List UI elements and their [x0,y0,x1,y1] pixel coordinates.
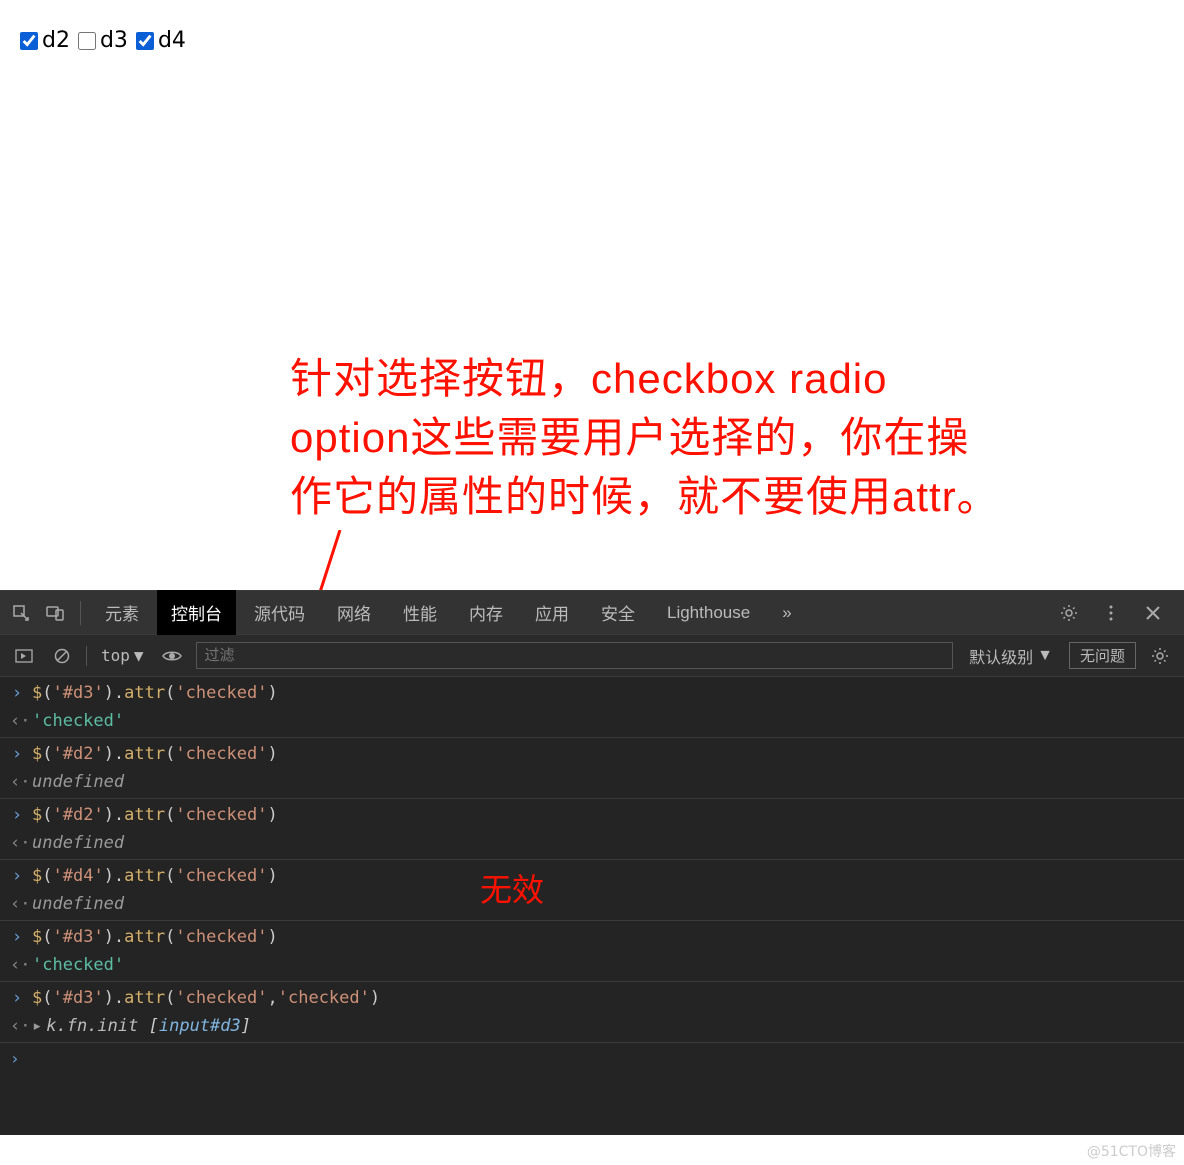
annotation-line2: option这些需要用户选择的，你在操 [290,409,1000,468]
gear-icon[interactable] [1054,598,1084,628]
output-chevron-icon: ‹· [10,711,24,731]
console-input-row: › $('#d4').attr('checked') [0,860,1184,888]
console-output-value: 'checked' [32,955,124,975]
console-settings-icon[interactable] [1146,642,1174,670]
annotation-line1: 针对选择按钮，checkbox radio [290,350,1000,409]
checkbox-d4[interactable] [136,32,154,50]
tab-memory[interactable]: 内存 [455,590,517,635]
clear-console-icon[interactable] [48,642,76,670]
checkbox-d4-label[interactable]: d4 [136,28,186,53]
tab-console[interactable]: 控制台 [157,590,236,635]
annotation-line3: 作它的属性的时候，就不要使用attr。 [290,468,1000,527]
console-output-value: 'checked' [32,711,124,731]
no-issues-button[interactable]: 无问题 [1069,642,1136,669]
checkbox-d3[interactable] [78,32,96,50]
console-output-row: ‹· 'checked' [0,949,1184,982]
console-input-code: $('#d3').attr('checked') [32,927,278,947]
log-level-label: 默认级别 [969,644,1033,668]
console-output-value: undefined [32,772,124,792]
devtools-tabs: 元素 控制台 源代码 网络 性能 内存 应用 安全 Lighthouse » [0,591,1184,635]
chevron-down-icon: ▼ [1037,647,1053,665]
console-output-value: undefined [32,833,124,853]
live-expression-icon[interactable] [158,642,186,670]
chevron-down-icon: ▼ [134,646,144,665]
console-output-row: ‹· undefined [0,888,1184,921]
checkbox-d3-label[interactable]: d3 [78,28,128,53]
console-toolbar: top ▼ 默认级别 ▼ 无问题 [0,635,1184,677]
device-toggle-icon[interactable] [40,598,70,628]
devtools-panel: 元素 控制台 源代码 网络 性能 内存 应用 安全 Lighthouse » [0,590,1184,1135]
console-input-code: $('#d3').attr('checked','checked') [32,988,380,1008]
console-input-code: $('#d3').attr('checked') [32,683,278,703]
checkbox-row: d2 d3 d4 [20,28,1164,53]
input-chevron-icon: › [10,805,24,825]
tabs-divider [80,601,81,625]
console-output-value: ▸k.fn.init [input#d3] [32,1016,251,1036]
checkbox-d2-text: d2 [42,28,70,53]
console-input-row: › $('#d2').attr('checked') [0,738,1184,766]
menu-icon[interactable] [1096,598,1126,628]
page-content: d2 d3 d4 [0,0,1184,81]
tab-network[interactable]: 网络 [323,590,385,635]
console-input-row: › $('#d2').attr('checked') [0,799,1184,827]
input-chevron-icon: › [10,988,24,1008]
context-label: top [101,646,130,665]
console-output-row: ‹· undefined [0,827,1184,860]
context-selector[interactable]: top ▼ [97,644,148,667]
input-chevron-icon: › [10,927,24,947]
expand-triangle-icon[interactable]: ▸ [32,1016,42,1036]
console-input-code: $('#d4').attr('checked') [32,866,278,886]
output-chevron-icon: ‹· [10,1016,24,1036]
watermark: @51CTO博客 [1087,1141,1176,1161]
tab-security[interactable]: 安全 [587,590,649,635]
tab-application[interactable]: 应用 [521,590,583,635]
sidebar-toggle-icon[interactable] [10,642,38,670]
log-level-selector[interactable]: 默认级别 ▼ [963,642,1059,670]
inspect-icon[interactable] [6,598,36,628]
close-icon[interactable] [1138,598,1168,628]
tab-lighthouse[interactable]: Lighthouse [653,593,764,633]
annotation-text: 针对选择按钮，checkbox radio option这些需要用户选择的，你在… [290,350,1000,526]
checkbox-d2[interactable] [20,32,38,50]
output-chevron-icon: ‹· [10,955,24,975]
tab-elements[interactable]: 元素 [91,590,153,635]
console-input-row: › $('#d3').attr('checked') [0,677,1184,705]
tab-more[interactable]: » [768,593,805,633]
tab-sources[interactable]: 源代码 [240,590,319,635]
annotation-invalid: 无效 [480,865,544,911]
console-output-value: undefined [32,894,124,914]
console-input-row: › $('#d3').attr('checked','checked') [0,982,1184,1010]
checkbox-d3-text: d3 [100,28,128,53]
console-output-row: ‹· 'checked' [0,705,1184,738]
console-input-code: $('#d2').attr('checked') [32,744,278,764]
checkbox-d4-text: d4 [158,28,186,53]
console-output[interactable]: › $('#d3').attr('checked') ‹· 'checked' › $('… [0,677,1184,1135]
output-chevron-icon: ‹· [10,772,24,792]
console-input-code: $('#d2').attr('checked') [32,805,278,825]
input-chevron-icon: › [10,683,24,703]
console-input-row: › $('#d3').attr('checked') [0,921,1184,949]
filter-input[interactable] [196,642,954,669]
console-output-row: ‹· undefined [0,766,1184,799]
checkbox-d2-label[interactable]: d2 [20,28,70,53]
output-chevron-icon: ‹· [10,833,24,853]
tab-performance[interactable]: 性能 [389,590,451,635]
toolbar-divider [86,646,87,666]
input-chevron-icon: › [10,866,24,886]
console-output-row: ‹· ▸k.fn.init [input#d3] [0,1010,1184,1043]
input-chevron-icon: › [10,744,24,764]
output-chevron-icon: ‹· [10,894,24,914]
console-prompt[interactable]: › [0,1043,1184,1074]
